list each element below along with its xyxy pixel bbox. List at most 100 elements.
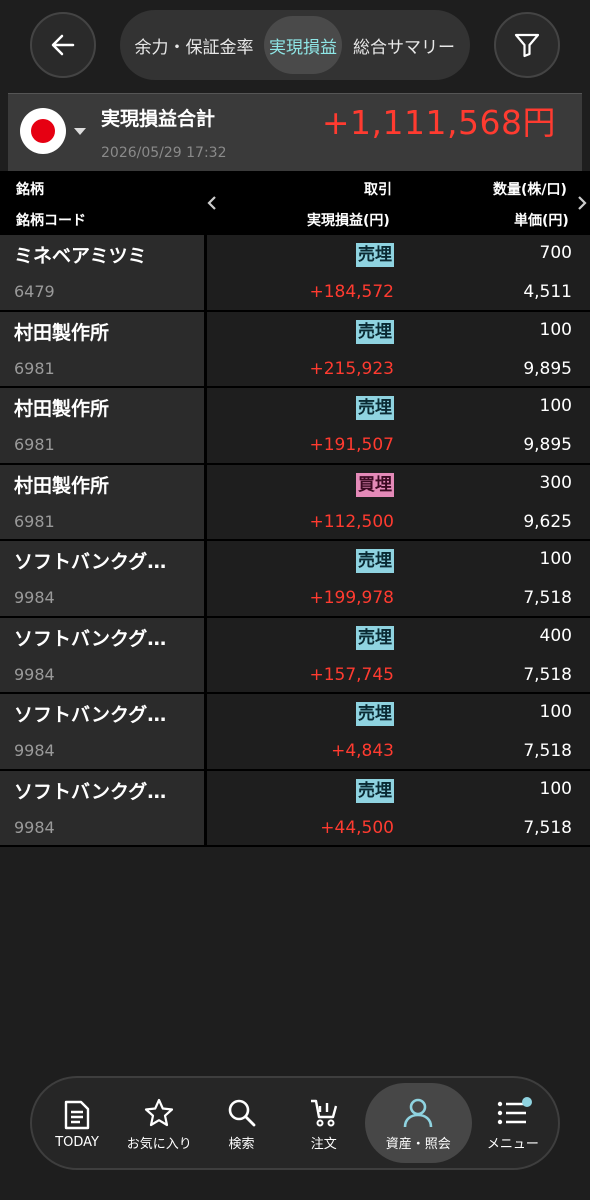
col-qty: 数量(株/口) xyxy=(493,182,567,198)
nav-today[interactable]: TODAY xyxy=(36,1083,118,1163)
caret-down-icon[interactable] xyxy=(74,128,86,135)
table-row[interactable]: ソフトバンクグ… 9984 売埋 +199,978 100 7,518 xyxy=(0,541,590,618)
stock-name: ソフトバンクグ… xyxy=(14,780,167,803)
stock-code: 6981 xyxy=(14,435,55,454)
stock-code: 9984 xyxy=(14,741,55,760)
tab-margin[interactable]: 余力・保証金率 xyxy=(124,16,264,74)
quantity: 100 xyxy=(539,549,572,569)
table-row[interactable]: ソフトバンクグ… 9984 売埋 +4,843 100 7,518 xyxy=(0,694,590,771)
search-icon xyxy=(228,1099,255,1126)
nav-favorites[interactable]: お気に入り xyxy=(118,1083,200,1163)
chevron-right-icon[interactable] xyxy=(576,195,588,211)
trade-type-badge: 売埋 xyxy=(356,243,394,267)
realized-pnl: +112,500 xyxy=(309,511,394,532)
tab-realized-pnl[interactable]: 実現損益 xyxy=(264,16,342,74)
column-divider xyxy=(204,388,207,463)
summary-title: 実現損益合計 xyxy=(101,108,216,130)
realized-pnl-summary: 実現損益合計 2026/05/29 17:32 +1,111,568円 xyxy=(8,93,582,171)
stock-code: 6981 xyxy=(14,358,55,378)
trade-type-badge: 買埋 xyxy=(356,472,394,497)
unit-price: 7,518 xyxy=(523,741,572,761)
column-divider xyxy=(204,770,207,845)
filter-button[interactable] xyxy=(494,12,560,78)
nav-menu[interactable]: メニュー xyxy=(472,1083,554,1163)
stock-code: 9984 xyxy=(14,588,55,607)
summary-timestamp: 2026/05/29 17:32 xyxy=(101,145,227,161)
realized-pnl: +199,978 xyxy=(309,588,394,608)
realized-pnl: +184,572 xyxy=(309,282,394,302)
column-divider xyxy=(204,235,207,310)
stock-name: 村田製作所 xyxy=(14,398,110,420)
stock-code: 6981 xyxy=(14,511,55,531)
quantity: 400 xyxy=(539,625,572,646)
nav-order[interactable]: 注文 xyxy=(283,1083,365,1163)
quantity: 100 xyxy=(539,778,572,799)
table-row[interactable]: 村田製作所 6981 売埋 +215,923 100 9,895 xyxy=(0,311,590,388)
filter-icon xyxy=(514,33,540,58)
trade-type-badge: 売埋 xyxy=(356,396,394,420)
quantity: 300 xyxy=(539,472,572,493)
nav-label: メニュー xyxy=(486,1136,539,1152)
stock-name: 村田製作所 xyxy=(14,474,110,497)
unit-price: 9,625 xyxy=(523,511,572,532)
realized-pnl: +44,500 xyxy=(320,817,394,838)
quantity: 100 xyxy=(539,319,572,340)
realized-pnl: +157,745 xyxy=(309,664,394,685)
col-price: 単価(円) xyxy=(514,213,569,229)
realized-pnl: +215,923 xyxy=(309,358,394,379)
nav-label: TODAY xyxy=(55,1134,99,1150)
unit-price: 7,518 xyxy=(523,588,572,608)
column-divider xyxy=(204,464,207,539)
tab-summary[interactable]: 総合サマリー xyxy=(342,16,466,74)
trade-type-badge: 売埋 xyxy=(356,319,394,344)
stock-name: ミネベアミツミ xyxy=(14,245,147,267)
trade-type-badge: 売埋 xyxy=(356,702,394,726)
realized-pnl-list: ミネベアミツミ 6479 売埋 +184,572 700 4,511 村田製作所 6981 売埋… xyxy=(0,235,590,847)
column-divider xyxy=(204,617,207,692)
table-row[interactable]: ソフトバンクグ… 9984 売埋 +157,745 400 7,518 xyxy=(0,617,590,694)
chevron-left-icon[interactable] xyxy=(206,195,218,211)
stock-code: 9984 xyxy=(14,817,55,837)
stock-code: 6479 xyxy=(14,282,55,301)
currency-selector[interactable] xyxy=(20,108,66,154)
nav-assets[interactable]: 資産・照会 xyxy=(364,1083,472,1163)
unit-price: 7,518 xyxy=(523,817,572,838)
stock-name: 村田製作所 xyxy=(14,321,110,344)
column-divider xyxy=(204,541,207,616)
realized-pnl: +191,507 xyxy=(309,435,394,455)
nav-label: 検索 xyxy=(228,1136,255,1152)
col-trade: 取引 xyxy=(364,182,392,198)
view-segmented-control: 余力・保証金率 実現損益 総合サマリー xyxy=(120,10,470,80)
col-name: 銘柄 xyxy=(16,182,44,198)
column-divider xyxy=(204,311,207,386)
star-icon xyxy=(145,1098,174,1126)
unit-price: 9,895 xyxy=(523,358,572,379)
trade-type-badge: 売埋 xyxy=(356,625,394,650)
quantity: 100 xyxy=(539,396,572,416)
table-row[interactable]: 村田製作所 6981 売埋 +191,507 100 9,895 xyxy=(0,388,590,465)
table-row[interactable]: ソフトバンクグ… 9984 売埋 +44,500 100 7,518 xyxy=(0,770,590,847)
nav-label: 資産・照会 xyxy=(385,1136,451,1152)
quantity: 100 xyxy=(539,702,572,722)
trade-type-badge: 売埋 xyxy=(356,778,394,803)
unit-price: 7,518 xyxy=(523,664,572,685)
table-header: 銘柄 銘柄コード 取引 実現損益(円) 数量(株/口) 単価(円) xyxy=(0,171,590,235)
back-button[interactable] xyxy=(30,12,96,78)
summary-total: +1,111,568円 xyxy=(321,103,556,142)
stock-code: 9984 xyxy=(14,664,55,684)
unit-price: 9,895 xyxy=(523,435,572,455)
trade-type-badge: 売埋 xyxy=(356,549,394,573)
column-divider xyxy=(204,694,207,769)
notification-dot xyxy=(521,1097,532,1107)
unit-price: 4,511 xyxy=(523,282,572,302)
nav-label: お気に入り xyxy=(126,1136,192,1152)
nav-search[interactable]: 検索 xyxy=(200,1083,282,1163)
top-bar: 余力・保証金率 実現損益 総合サマリー xyxy=(0,0,590,92)
table-row[interactable]: ミネベアミツミ 6479 売埋 +184,572 700 4,511 xyxy=(0,235,590,312)
col-pnl: 実現損益(円) xyxy=(307,213,390,229)
stock-name: ソフトバンクグ… xyxy=(14,627,167,650)
japan-flag-icon xyxy=(31,119,55,143)
col-code: 銘柄コード xyxy=(16,213,86,229)
quantity: 700 xyxy=(539,243,572,263)
table-row[interactable]: 村田製作所 6981 買埋 +112,500 300 9,625 xyxy=(0,464,590,541)
